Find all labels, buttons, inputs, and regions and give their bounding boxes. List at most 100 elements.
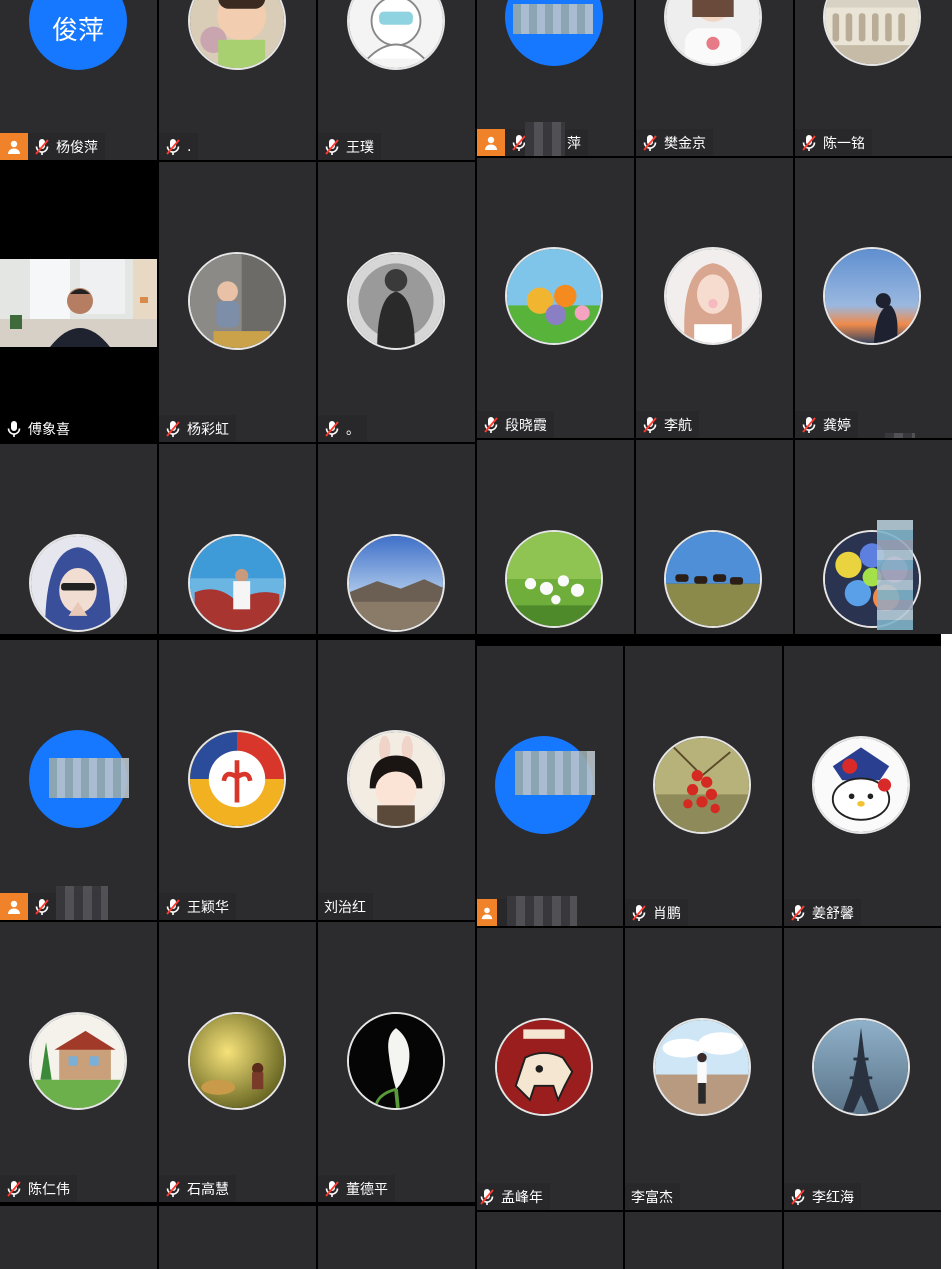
avatar-initials: 俊萍 <box>51 15 104 46</box>
participant-tile-partial[interactable] <box>625 1212 782 1269</box>
participant-avatar <box>347 534 445 632</box>
privacy-mosaic <box>525 122 565 156</box>
participant-avatar <box>812 736 910 834</box>
participant-tile-li-hang[interactable]: 李航 <box>636 158 793 438</box>
mic-muted-icon <box>163 419 183 439</box>
participant-tile-jiang-shuxin[interactable]: 姜舒馨 <box>784 646 941 926</box>
participant-avatar <box>653 736 751 834</box>
participant-avatar <box>664 247 762 345</box>
participant-tile-horses-avatar[interactable] <box>636 440 793 634</box>
mic-muted-icon <box>640 415 660 435</box>
participant-avatar <box>188 1012 286 1110</box>
participant-nametag: 刘治红 <box>318 893 373 920</box>
participant-nametag: 陈一铭 <box>795 129 872 156</box>
participant-avatar <box>188 730 286 828</box>
participant-avatar <box>188 534 286 632</box>
participant-avatar <box>505 247 603 345</box>
mic-muted-icon <box>629 903 649 923</box>
participant-avatar <box>347 252 445 350</box>
host-icon <box>477 899 497 926</box>
participant-nametag: 王颖华 <box>159 893 236 920</box>
participant-nametag: 孟峰年 <box>477 1183 550 1210</box>
participant-tile-dot[interactable]: . <box>159 0 316 160</box>
privacy-mosaic <box>507 896 577 926</box>
participant-tile-li-honghai[interactable]: 李红海 <box>784 928 941 1210</box>
participant-tile-yang-caihong[interactable]: 杨彩虹 <box>159 162 316 442</box>
participant-nametag: 樊金京 <box>636 129 713 156</box>
participant-name: 姜舒馨 <box>812 905 854 922</box>
participant-nametag: 姜舒馨 <box>784 899 861 926</box>
participant-tile-li-fujie[interactable]: 李富杰 <box>625 928 782 1210</box>
participant-tile-partial[interactable] <box>784 1212 941 1269</box>
participant-avatar <box>823 247 921 345</box>
participant-nametag: 段晓霞 <box>477 411 554 438</box>
host-icon <box>0 893 28 920</box>
mic-muted-icon <box>322 1179 342 1199</box>
participant-tile-partial[interactable] <box>0 1206 157 1269</box>
participant-name: 杨俊萍 <box>56 139 98 156</box>
participant-tile-flowers-avatar[interactable] <box>477 440 634 634</box>
participant-name: 傅象喜 <box>28 421 70 438</box>
participant-avatar <box>812 1018 910 1116</box>
participant-tile-meng-fengnian[interactable]: 孟峰年 <box>477 928 623 1210</box>
participant-nametag: 李航 <box>636 411 699 438</box>
participant-name: 王颖华 <box>187 899 229 916</box>
participant-tile-duan-xiaoxia[interactable]: 段晓霞 <box>477 158 634 438</box>
privacy-mosaic <box>56 886 108 920</box>
participant-tile-partial[interactable] <box>159 1206 316 1269</box>
participant-tile-chen-renwei[interactable]: 陈仁伟 <box>0 922 157 1202</box>
participant-tile-blurred-host[interactable] <box>0 640 157 920</box>
participant-tile-partial[interactable] <box>318 1206 475 1269</box>
participant-avatar <box>823 0 921 66</box>
participant-tile-gong-ting[interactable]: 龚婷 <box>795 158 952 438</box>
participant-tile-yang-junping[interactable]: 俊萍 杨俊萍 <box>0 0 157 160</box>
participant-avatar <box>29 730 129 828</box>
mic-muted-icon <box>799 133 819 153</box>
participant-nametag: 王璞 <box>318 133 381 160</box>
participant-tile-wang-pu[interactable]: 王璞 <box>318 0 475 160</box>
participant-name: 董德平 <box>346 1181 388 1198</box>
mic-muted-icon <box>322 419 342 439</box>
participant-avatar <box>188 0 286 70</box>
participant-tile-dong-deping[interactable]: 董德平 <box>318 922 475 1202</box>
participant-name: 孟峰年 <box>501 1189 543 1206</box>
participant-tile-shi-gaohui[interactable]: 石高慧 <box>159 922 316 1202</box>
mic-muted-icon <box>322 137 342 157</box>
participant-tile-fu-xiangxi-video[interactable]: 傅象喜 <box>0 162 157 442</box>
participant-tile-fan-jinjing[interactable]: 樊金京 <box>636 0 793 156</box>
participant-avatar <box>653 1018 751 1116</box>
participant-name: 王璞 <box>346 139 374 156</box>
participant-avatar <box>505 0 603 66</box>
mic-muted-icon <box>799 415 819 435</box>
participant-nametag: . <box>159 133 199 160</box>
participant-tile-blurred-host-2[interactable] <box>477 646 623 926</box>
participant-avatar <box>495 736 595 834</box>
participant-avatar <box>188 252 286 350</box>
participant-tile-xiao-peng[interactable]: 肖鹏 <box>625 646 782 926</box>
participant-tile-landscape-avatar[interactable] <box>318 444 475 634</box>
participant-tile-beach-avatar[interactable] <box>159 444 316 634</box>
host-icon <box>0 133 28 160</box>
participant-name: 樊金京 <box>664 135 706 152</box>
participant-tile-ping[interactable]: 萍 <box>477 0 634 156</box>
participant-tile-wang-yinghua[interactable]: 王颖华 <box>159 640 316 920</box>
participant-tile-period[interactable]: 。 <box>318 162 475 442</box>
participant-name: 李航 <box>664 417 692 434</box>
participant-nametag: 杨彩虹 <box>159 415 236 442</box>
participant-tile-bouquet-avatar[interactable] <box>795 440 952 634</box>
mic-muted-icon <box>640 133 660 153</box>
participant-tile-liu-zhihong[interactable]: 刘治红 <box>318 640 475 920</box>
participant-name: 陈一铭 <box>823 135 865 152</box>
mic-muted-icon <box>788 903 808 923</box>
participant-tile-chen-yiming[interactable]: 陈一铭 <box>795 0 952 156</box>
mic-muted-icon <box>788 1187 808 1207</box>
participant-avatar <box>505 530 603 628</box>
privacy-mosaic <box>877 520 913 630</box>
participant-tile-partial[interactable] <box>477 1212 623 1269</box>
mic-muted-icon <box>163 137 183 157</box>
participant-tile-hooded-avatar[interactable] <box>0 444 157 634</box>
participant-nametag: 李富杰 <box>625 1183 680 1210</box>
privacy-mosaic <box>513 4 593 34</box>
participant-nametag: 董德平 <box>318 1175 395 1202</box>
participant-avatar: 俊萍 <box>29 0 127 70</box>
